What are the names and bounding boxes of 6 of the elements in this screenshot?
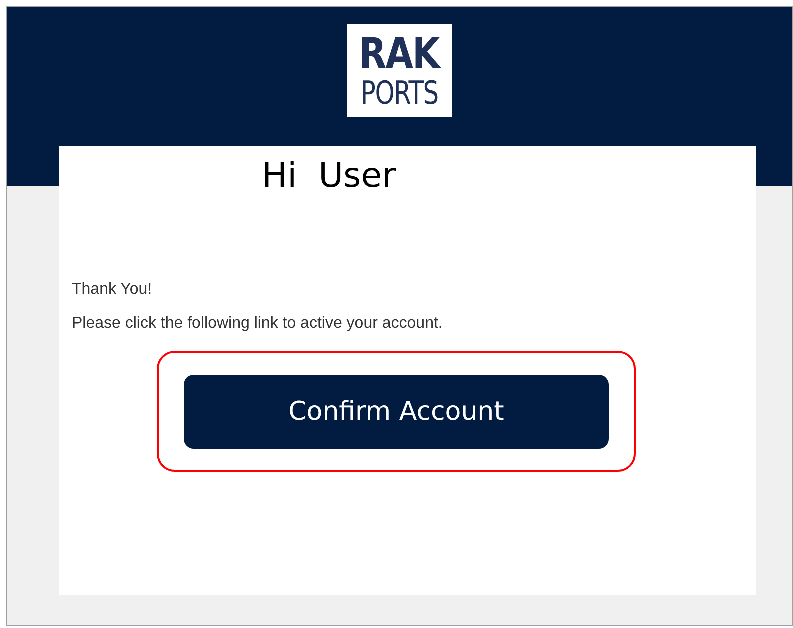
greeting-text: Hi User bbox=[262, 156, 396, 196]
confirm-account-button[interactable]: Confirm Account bbox=[184, 374, 609, 448]
message-text: Thank You! bbox=[72, 281, 152, 299]
logo-text: PORTS bbox=[360, 76, 438, 108]
message-text: Please click the following link to active your account. bbox=[72, 315, 443, 333]
logo-text: RAK bbox=[359, 32, 440, 74]
